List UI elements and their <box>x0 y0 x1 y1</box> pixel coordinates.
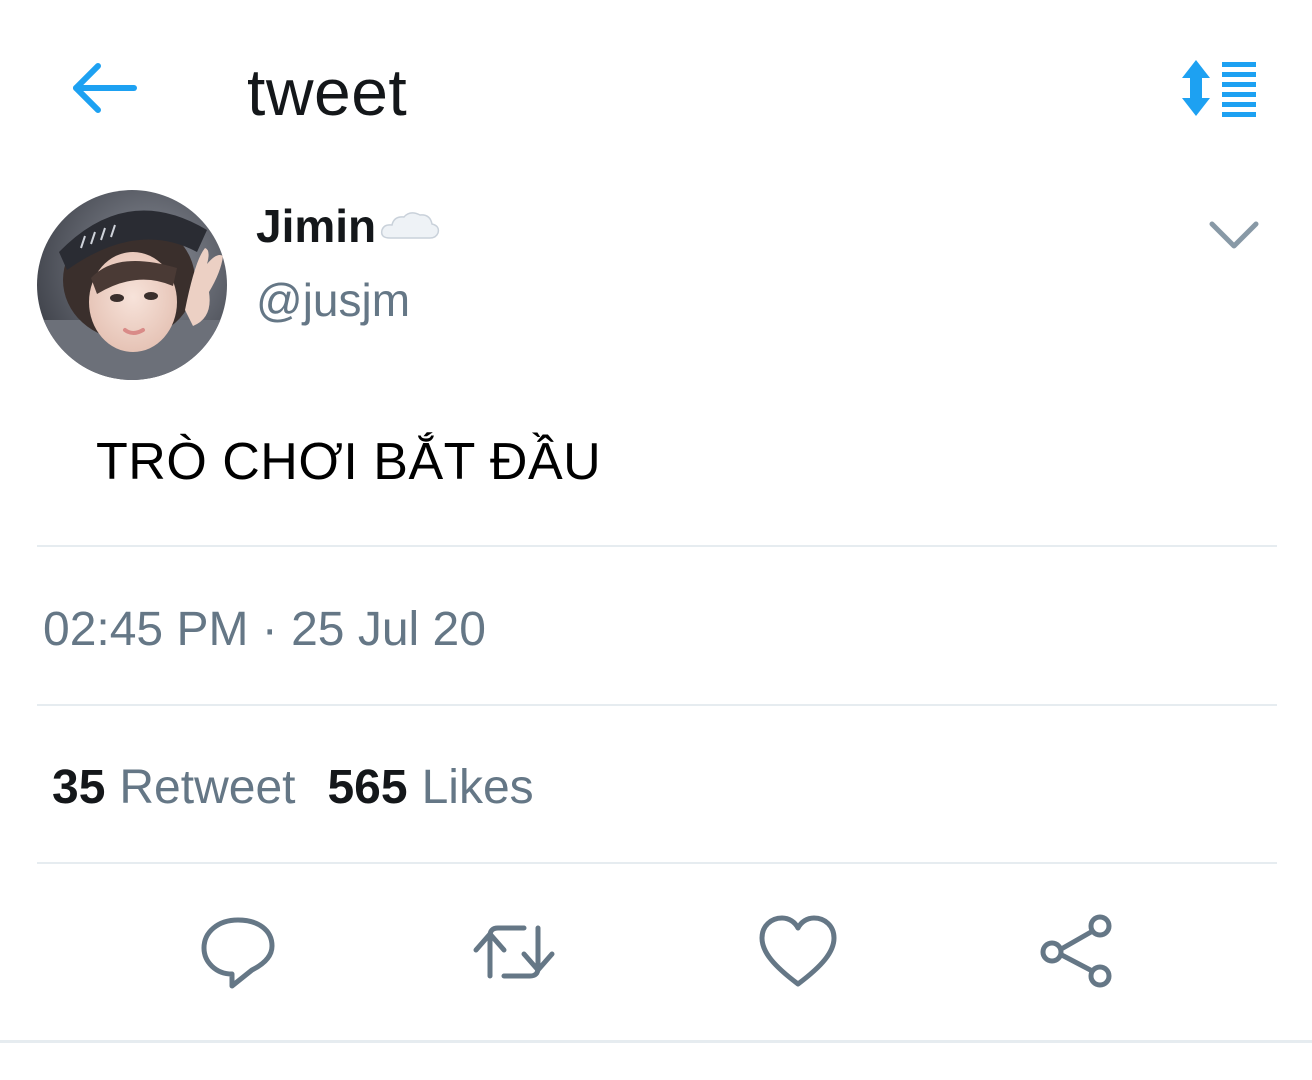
chevron-down-icon <box>1209 221 1259 249</box>
avatar[interactable] <box>37 190 227 380</box>
cloud-icon <box>381 212 440 239</box>
display-name[interactable]: Jimin <box>256 198 442 254</box>
retweet-label[interactable]: Retweet <box>119 758 295 818</box>
retweet-button[interactable] <box>470 912 558 992</box>
heart-icon <box>759 915 837 987</box>
tweet-text: TRÒ CHƠI BẮT ĐẦU <box>96 433 602 491</box>
user-handle[interactable]: @jusjm <box>256 272 410 328</box>
likes-count[interactable]: 565 <box>327 758 407 818</box>
retweet-count[interactable]: 35 <box>52 758 105 818</box>
bottom-divider <box>0 1040 1312 1043</box>
likes-label[interactable]: Likes <box>422 758 534 818</box>
like-button[interactable] <box>754 912 842 992</box>
reply-icon <box>201 917 275 989</box>
tweet-timestamp: 02:45 PM · 25 Jul 20 <box>43 603 486 656</box>
display-name-text: Jimin <box>256 200 377 252</box>
reply-button[interactable] <box>194 912 282 992</box>
back-button[interactable] <box>64 56 144 120</box>
share-button[interactable] <box>1034 912 1122 992</box>
page-title: tweet <box>247 55 408 129</box>
avatar-photo <box>37 190 227 380</box>
divider <box>37 545 1277 547</box>
sort-button[interactable] <box>1176 56 1260 120</box>
divider <box>37 704 1277 706</box>
sort-list-icon <box>1182 60 1256 117</box>
share-icon <box>1040 914 1112 988</box>
tweet-stats: 35 Retweet 565 Likes <box>52 758 534 818</box>
divider <box>37 862 1277 864</box>
retweet-icon <box>473 925 555 979</box>
back-arrow-icon <box>73 63 137 113</box>
more-options-button[interactable] <box>1202 210 1266 260</box>
